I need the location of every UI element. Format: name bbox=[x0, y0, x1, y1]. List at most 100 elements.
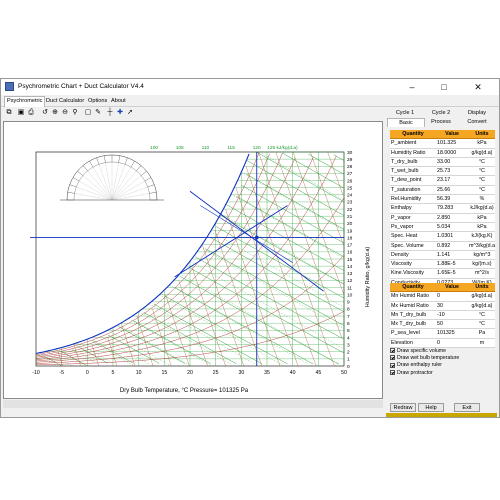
redraw-button[interactable]: Redraw bbox=[390, 403, 416, 412]
tab-cycle-2[interactable]: Cycle 2 bbox=[423, 109, 459, 117]
checkbox-icon[interactable] bbox=[390, 362, 395, 368]
property-row[interactable]: T_saturation 25.66 °C bbox=[390, 185, 495, 196]
pointer-icon[interactable]: ✚ bbox=[116, 109, 124, 117]
copy-icon[interactable]: ⧉ bbox=[5, 109, 13, 117]
tab-basic[interactable]: Basic bbox=[387, 118, 425, 127]
limit-row[interactable]: Mx Humid Ratio 30 g/kg(d.a) bbox=[390, 301, 495, 311]
protractor-tick bbox=[72, 177, 80, 182]
relative-humidity-curve bbox=[35, 152, 260, 355]
limit-cell: m bbox=[479, 339, 485, 346]
chart-scrollbar[interactable] bbox=[3, 400, 383, 408]
limit-cell: 0 bbox=[437, 293, 440, 300]
protractor-tick bbox=[130, 160, 135, 168]
checkbox-label: Draw wet bulb temperature bbox=[397, 355, 460, 362]
tab-options[interactable]: Options bbox=[86, 97, 109, 106]
checkbox-option[interactable]: Draw protractor bbox=[390, 370, 433, 377]
property-row[interactable]: Humidity Ratio 18.0000 g/kg(d.a) bbox=[390, 148, 495, 158]
limit-row[interactable]: Mn T_dry_bulb -10 °C bbox=[390, 310, 495, 321]
enthalpy-line bbox=[282, 152, 345, 189]
x-tick-label: 10 bbox=[136, 370, 142, 376]
property-row[interactable]: Density 1.141 kg/m^3 bbox=[390, 250, 495, 261]
zoom-in-icon[interactable]: ⊕ bbox=[51, 109, 59, 117]
enthalpy-line bbox=[164, 295, 288, 365]
checkbox-label: Draw protractor bbox=[397, 369, 433, 376]
y-tick-label: 28 bbox=[347, 164, 353, 170]
property-row[interactable]: Viscosity 1.88E-5 kg/(m.s) bbox=[390, 260, 495, 270]
tab-cycle-1[interactable]: Cycle 1 bbox=[387, 109, 423, 117]
checkbox-option[interactable]: Draw enthalpy ruler bbox=[390, 362, 442, 369]
tab-about[interactable]: About bbox=[109, 97, 128, 106]
zoom-out-icon[interactable]: ⊖ bbox=[61, 109, 69, 117]
rotate-left-icon[interactable]: ↺ bbox=[41, 109, 49, 117]
checkbox-icon[interactable] bbox=[390, 369, 395, 375]
zoom-fit-icon[interactable]: ⚲ bbox=[71, 109, 79, 117]
crosshair-icon[interactable]: ┼ bbox=[106, 109, 114, 117]
property-cell: m^2/s bbox=[475, 270, 489, 277]
property-row[interactable]: T_dew_point 23.17 °C bbox=[390, 176, 495, 186]
tab-convert[interactable]: Convert bbox=[459, 118, 495, 126]
x-tick-label: 25 bbox=[213, 370, 219, 376]
save-icon[interactable]: ▣ bbox=[17, 109, 25, 117]
property-row[interactable]: P_ambient 101.325 kPa bbox=[390, 139, 495, 149]
property-row[interactable]: T_wet_bulb 25.73 °C bbox=[390, 167, 495, 177]
limit-cell: Mx T_dry_bulb bbox=[391, 321, 426, 328]
property-cell: Rel.Humidity bbox=[391, 196, 422, 203]
exit-button[interactable]: Exit bbox=[454, 403, 480, 412]
protractor bbox=[60, 154, 164, 201]
x-tick-label: -5 bbox=[59, 370, 64, 376]
tab-display[interactable]: Display bbox=[459, 109, 495, 117]
tab-process[interactable]: Process bbox=[423, 118, 459, 126]
limit-cell: Mn T_dry_bulb bbox=[391, 311, 427, 318]
maximize-icon[interactable]: □ bbox=[429, 79, 459, 95]
tab-psychrometric[interactable]: Psychrometric bbox=[4, 96, 46, 107]
property-row[interactable]: Rel.Humidity 56.39% bbox=[390, 195, 495, 205]
property-cell: Enthalpy bbox=[391, 205, 412, 212]
checkbox-icon[interactable] bbox=[390, 348, 395, 354]
property-header-row: Quantity Value Units bbox=[390, 130, 495, 140]
property-cell: kPa bbox=[477, 223, 487, 230]
checkbox-option[interactable]: Draw wet bulb temperature bbox=[390, 355, 459, 362]
property-cell: 25.66 bbox=[437, 186, 451, 193]
property-row[interactable]: Ps_vapor 5.034 kPa bbox=[390, 222, 495, 233]
y-tick-label: 19 bbox=[347, 228, 353, 234]
chart-icon[interactable]: ▢ bbox=[84, 109, 92, 117]
property-row[interactable]: Kine.Viscosity 1.65E-5 m^2/s bbox=[390, 269, 495, 279]
limit-row[interactable]: Elevation 0 m bbox=[390, 338, 495, 349]
print-icon[interactable]: ⎙ bbox=[27, 109, 35, 117]
close-icon[interactable]: ✕ bbox=[463, 79, 493, 95]
limit-row[interactable]: Mn Humid Ratio 0 g/kg(d.a) bbox=[390, 292, 495, 302]
y-tick-label: 21 bbox=[347, 214, 353, 220]
minimize-icon[interactable]: – bbox=[397, 79, 427, 95]
checkbox-option[interactable]: Draw specific volume bbox=[390, 348, 446, 355]
y-tick-label: 29 bbox=[347, 157, 353, 163]
property-cell: g/kg(d.a) bbox=[471, 149, 493, 156]
y-tick-label: 9 bbox=[347, 300, 350, 306]
tab-duct-calculator[interactable]: Duct Calculator bbox=[44, 97, 86, 106]
y-tick-label: 22 bbox=[347, 207, 353, 213]
checkbox-icon[interactable] bbox=[390, 355, 395, 361]
enthalpy-tick-label: 105 bbox=[176, 145, 184, 151]
psychrometric-chart[interactable]: -10 -5 0 5 10 15 20 25 30 35 40 45 50 0 1 2 3 4 5 6 7 8 9 10 11 1… bbox=[3, 121, 383, 399]
property-cell: 1.65E-5 bbox=[437, 270, 456, 277]
chart-svg[interactable]: -10 -5 0 5 10 15 20 25 30 35 40 45 50012345678910111… bbox=[4, 122, 382, 398]
limit-row[interactable]: P_sea_level 101325 Pa bbox=[390, 329, 495, 339]
protractor-tick bbox=[77, 170, 84, 176]
y-tick-label: 20 bbox=[347, 221, 353, 227]
protractor-tick bbox=[67, 192, 75, 194]
property-cell: kJ/kg(d.a) bbox=[470, 205, 494, 212]
limit-cell: g/kg(d.a) bbox=[471, 302, 493, 309]
edit-icon[interactable]: ✎ bbox=[94, 109, 102, 117]
y-tick-label: 18 bbox=[347, 235, 353, 241]
property-cell: 101.325 bbox=[437, 140, 457, 147]
limit-row[interactable]: Mx T_dry_bulb 50 °C bbox=[390, 320, 495, 330]
help-button[interactable]: Help bbox=[418, 403, 444, 412]
property-row[interactable]: Spec. Volume 0.892 m^3/kg(d.a) bbox=[390, 241, 495, 251]
property-row[interactable]: T_dry_bulb 33.00 °C bbox=[390, 157, 495, 168]
property-row[interactable]: Spec. Heat 1.0301 kJ/(kg.K) bbox=[390, 232, 495, 242]
property-cell: kg/m^3 bbox=[473, 251, 491, 258]
property-row[interactable]: P_vapor 2.850 kPa bbox=[390, 213, 495, 223]
property-row[interactable]: Enthalpy 79.283 kJ/kg(d.a) bbox=[390, 204, 495, 214]
wet-bulb-line bbox=[210, 231, 345, 308]
line-icon[interactable]: ➚ bbox=[126, 109, 134, 117]
limit-cell: Elevation bbox=[391, 339, 413, 346]
